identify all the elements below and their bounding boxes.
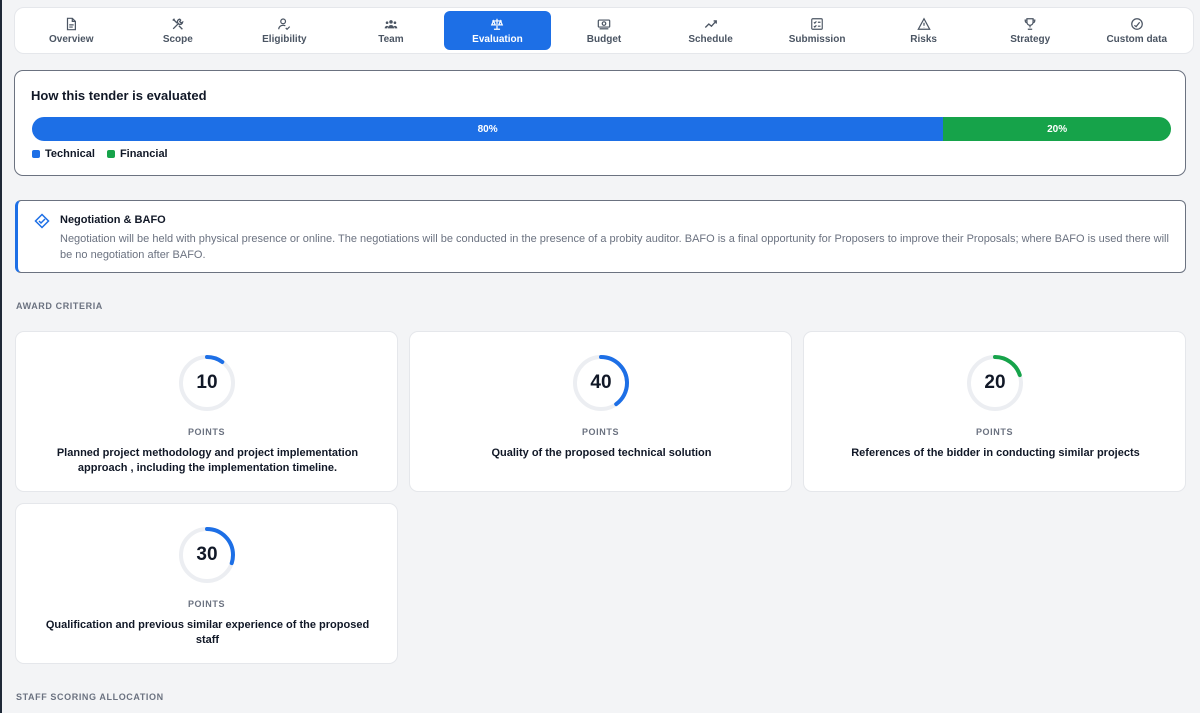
points-value: 30 bbox=[196, 544, 218, 565]
tab-schedule[interactable]: Schedule bbox=[657, 11, 764, 50]
points-label: POINTS bbox=[581, 427, 620, 437]
gauge-icon bbox=[1130, 17, 1144, 31]
tab-label: Custom data bbox=[1106, 33, 1168, 45]
evaluation-split-card: How this tender is evaluated 80% 20% Tec… bbox=[14, 70, 1186, 176]
points-value: 20 bbox=[984, 372, 1006, 393]
legend-technical-label: Technical bbox=[45, 148, 95, 160]
window-edge bbox=[0, 0, 2, 713]
points-label: POINTS bbox=[187, 599, 226, 609]
tab-label: Schedule bbox=[688, 33, 733, 45]
evaluation-split-bar: 80% 20% bbox=[32, 117, 1171, 141]
trend-icon bbox=[704, 17, 718, 31]
tab-label: Evaluation bbox=[472, 33, 523, 45]
checklist-icon bbox=[810, 17, 824, 31]
technical-segment: 80% bbox=[32, 117, 944, 141]
evaluation-legend: Technical Financial bbox=[32, 148, 168, 160]
legend-technical-swatch bbox=[32, 150, 40, 158]
tools-icon bbox=[171, 17, 185, 31]
tab-label: Scope bbox=[162, 33, 193, 45]
tab-label: Risks bbox=[910, 33, 937, 45]
users-icon bbox=[384, 17, 398, 31]
financial-percent: 20% bbox=[1047, 123, 1068, 135]
tab-overview[interactable]: Overview bbox=[18, 11, 125, 50]
points-gauge: 40 bbox=[572, 354, 630, 412]
tab-custom-data[interactable]: Custom data bbox=[1083, 11, 1190, 50]
negotiation-text: Negotiation will be held with physical p… bbox=[60, 233, 1169, 261]
warning-icon bbox=[916, 16, 931, 31]
user-check-icon bbox=[277, 17, 291, 31]
tab-bar: Overview Scope Eligibility Team Evaluati… bbox=[14, 7, 1194, 54]
negotiation-title: Negotiation & BAFO bbox=[60, 214, 166, 226]
points-value: 40 bbox=[590, 372, 612, 393]
points-gauge: 10 bbox=[178, 354, 236, 412]
scale-icon bbox=[490, 17, 504, 31]
points-label: POINTS bbox=[975, 427, 1014, 437]
tab-submission[interactable]: Submission bbox=[764, 11, 871, 50]
tab-strategy[interactable]: Strategy bbox=[977, 11, 1084, 50]
tab-eligibility[interactable]: Eligibility bbox=[231, 11, 338, 50]
tab-scope[interactable]: Scope bbox=[125, 11, 232, 50]
criterion-description: Planned project methodology and project … bbox=[56, 447, 359, 474]
criterion-description: References of the bidder in conducting s… bbox=[851, 447, 1140, 459]
points-label: POINTS bbox=[187, 427, 226, 437]
points-gauge: 30 bbox=[178, 526, 236, 584]
tab-budget[interactable]: Budget bbox=[551, 11, 658, 50]
evaluation-title: How this tender is evaluated bbox=[31, 88, 207, 103]
tab-label: Eligibility bbox=[262, 33, 307, 45]
tab-label: Budget bbox=[586, 33, 622, 45]
award-criteria-heading: AWARD CRITERIA bbox=[16, 301, 103, 311]
tab-label: Submission bbox=[788, 33, 846, 45]
money-icon bbox=[597, 17, 611, 31]
criterion-card: 30 POINTS Qualification and previous sim… bbox=[15, 503, 398, 664]
tab-label: Strategy bbox=[1010, 33, 1051, 45]
tab-risks[interactable]: Risks bbox=[870, 11, 977, 50]
tab-label: Team bbox=[378, 33, 404, 45]
points-gauge: 20 bbox=[966, 354, 1024, 412]
criterion-card: 20 POINTS References of the bidder in co… bbox=[803, 331, 1186, 492]
criterion-card: 10 POINTS Planned project methodology an… bbox=[15, 331, 398, 492]
points-value: 10 bbox=[196, 372, 218, 393]
legend-technical: Technical bbox=[32, 148, 95, 160]
legend-financial: Financial bbox=[106, 148, 168, 160]
legend-financial-label: Financial bbox=[119, 148, 168, 160]
document-icon bbox=[64, 17, 78, 31]
tab-team[interactable]: Team bbox=[338, 11, 445, 50]
staff-scoring-heading: STAFF SCORING ALLOCATION bbox=[16, 692, 164, 702]
tab-label: Overview bbox=[49, 33, 94, 45]
financial-segment: 20% bbox=[943, 117, 1171, 141]
tab-evaluation[interactable]: Evaluation bbox=[444, 11, 551, 50]
criterion-card: 40 POINTS Quality of the proposed techni… bbox=[409, 331, 792, 492]
technical-percent: 80% bbox=[477, 123, 498, 135]
handshake-icon bbox=[34, 213, 50, 229]
criterion-description: Qualification and previous similar exper… bbox=[45, 619, 370, 646]
legend-financial-swatch bbox=[106, 150, 115, 158]
negotiation-callout: Negotiation & BAFO Negotiation will be h… bbox=[15, 200, 1186, 273]
criterion-description: Quality of the proposed technical soluti… bbox=[491, 447, 712, 459]
trophy-icon bbox=[1023, 17, 1037, 31]
